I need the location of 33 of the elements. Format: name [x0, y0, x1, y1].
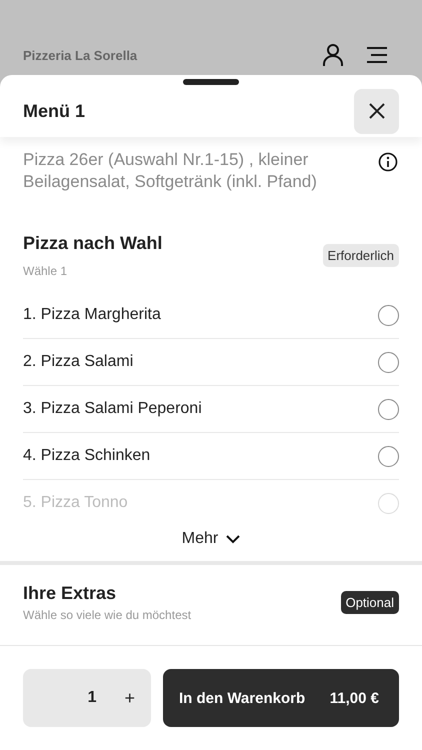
- show-more-button[interactable]: Mehr: [182, 526, 240, 561]
- option-label: 2. Pizza Salami: [23, 353, 134, 371]
- option-row[interactable]: 2. Pizza Salami: [23, 339, 399, 386]
- option-label: 1. Pizza Margherita: [23, 306, 161, 324]
- option-row[interactable]: 4. Pizza Schinken: [23, 433, 399, 480]
- add-to-cart-button[interactable]: In den Warenkorb 11,00 €: [163, 669, 399, 727]
- option-label: 5. Pizza Tonno: [23, 494, 128, 512]
- group-hint: Wähle 1: [23, 264, 68, 278]
- drag-handle[interactable]: [183, 79, 239, 85]
- option-row[interactable]: 3. Pizza Salami Peperoni: [23, 386, 399, 433]
- status-tag: Erforderlich: [322, 244, 399, 267]
- option-label: 4. Pizza Schinken: [23, 447, 150, 465]
- close-button[interactable]: [354, 88, 399, 134]
- profile-icon[interactable]: [322, 43, 344, 67]
- increment-button[interactable]: +: [120, 686, 139, 710]
- group-hint: Wähle so viele wie du möchtest: [23, 608, 192, 622]
- menu-icon[interactable]: [366, 47, 388, 63]
- option-label: 3. Pizza Salami Peperoni: [23, 400, 202, 418]
- radio-button[interactable]: [378, 398, 399, 420]
- radio-button[interactable]: [378, 304, 399, 326]
- radio-button[interactable]: [378, 446, 399, 466]
- quantity-value: 1: [88, 689, 96, 707]
- option-row[interactable]: 1. Pizza Margherita: [23, 292, 399, 339]
- group-title: Ihre Extras: [23, 583, 118, 604]
- sheet-title: Menü 1: [23, 100, 86, 122]
- close-icon: [368, 103, 384, 119]
- restaurant-name: Pizzeria La Sorella: [23, 48, 138, 63]
- group-title: Pizza nach Wahl: [23, 233, 162, 254]
- status-tag: Optional: [340, 591, 399, 614]
- info-icon[interactable]: [378, 152, 398, 172]
- radio-button[interactable]: [378, 352, 399, 372]
- menu-description: Pizza 26er (Auswahl Nr.1-15) , kleiner Beilagensalat, Softgetränk (inkl. Pfand): [23, 149, 318, 193]
- chevron-down-icon: [226, 534, 240, 544]
